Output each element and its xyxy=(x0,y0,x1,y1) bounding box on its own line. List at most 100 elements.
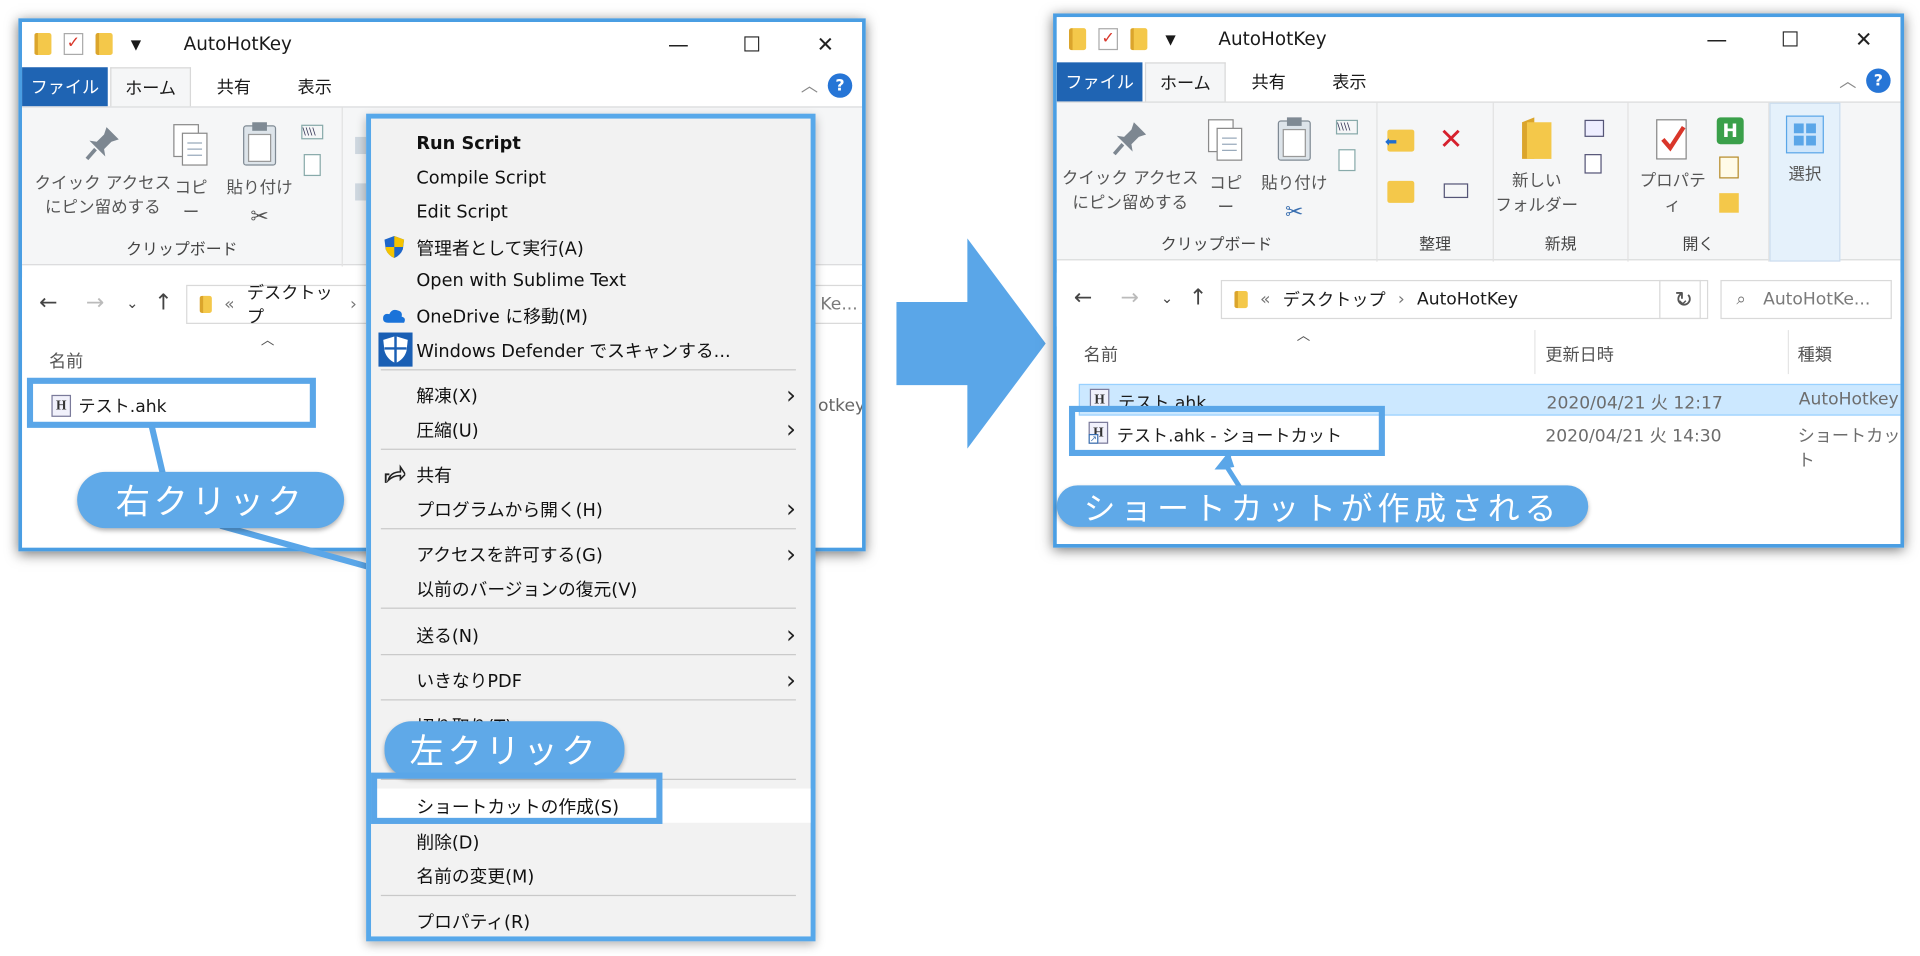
maximize-icon[interactable]: ☐ xyxy=(1753,17,1826,62)
file-type: AutoHotkey xyxy=(1798,389,1899,410)
path-segment-autohotkey[interactable]: AutoHotKey xyxy=(1417,290,1518,310)
organize-group: ⬅ ✕ 整理 xyxy=(1378,102,1494,262)
menu-separator xyxy=(380,699,796,701)
properties-check-icon xyxy=(1656,119,1687,160)
menu-label: Compile Script xyxy=(416,168,547,189)
close-icon[interactable]: ✕ xyxy=(1827,17,1900,62)
sort-indicator-icon: ︿ xyxy=(1296,327,1311,344)
menu-item-edit-script[interactable]: Edit Script xyxy=(371,196,811,230)
properties-button[interactable]: プロパティ xyxy=(1633,115,1711,218)
properties-check-icon[interactable]: ✓ xyxy=(1098,28,1118,51)
history-icon[interactable] xyxy=(1719,193,1739,213)
menu-separator xyxy=(380,369,796,371)
new-item-icon[interactable] xyxy=(1584,119,1605,137)
refresh-icon: ↻ xyxy=(1674,286,1693,313)
column-divider xyxy=(1787,330,1789,375)
copy-to-icon[interactable] xyxy=(1387,180,1415,203)
new-folder-button[interactable]: 新しい フォルダー xyxy=(1494,115,1580,218)
menu-item-compile-script[interactable]: Compile Script xyxy=(371,161,811,195)
column-header-date[interactable]: 更新日時 xyxy=(1545,342,1614,366)
submenu-arrow-icon: › xyxy=(786,493,796,524)
copy-path-icon[interactable]: \\\\ xyxy=(1335,119,1358,135)
delete-x-icon[interactable]: ✕ xyxy=(1439,122,1464,156)
copy-icon xyxy=(1207,119,1243,161)
column-divider xyxy=(1534,330,1536,375)
ribbon: クイック アクセス にピン留めする コピー 貼り付け ✂ \\\\ クリップボー… xyxy=(1056,101,1901,262)
file-type: ショートカット xyxy=(1797,426,1901,471)
menu-item-onedrive[interactable]: OneDrive に移動(M) xyxy=(371,298,811,332)
left-click-annotation: 左クリック xyxy=(384,721,625,778)
menu-label: 管理者として実行(A) xyxy=(416,238,584,259)
menu-item-rename[interactable]: 名前の変更(M) xyxy=(371,858,811,892)
back-arrow-icon[interactable]: ← xyxy=(1074,285,1092,311)
refresh-button[interactable]: ↻ xyxy=(1659,279,1709,320)
rename-icon[interactable] xyxy=(1443,183,1469,199)
menu-separator xyxy=(380,528,796,530)
copy-label: コピー xyxy=(1209,173,1243,218)
open-ahk-icon[interactable]: H xyxy=(1716,117,1744,145)
pin-label-2: にピン留めする xyxy=(1072,193,1189,214)
highlight-shortcut-row xyxy=(1068,405,1385,456)
submenu-arrow-icon: › xyxy=(786,414,796,444)
right-click-annotation: 右クリック xyxy=(77,471,345,529)
column-header-name[interactable]: 名前 xyxy=(1084,342,1118,366)
tab-file[interactable]: ファイル xyxy=(1056,62,1143,102)
onedrive-cloud-icon xyxy=(381,302,408,329)
menu-item-delete[interactable]: 削除(D) xyxy=(371,824,811,858)
menu-item-compress[interactable]: 圧縮(U) › xyxy=(371,412,811,446)
menu-item-open-with[interactable]: プログラムから開く(H) › xyxy=(371,491,811,525)
highlight-create-shortcut xyxy=(371,772,663,824)
move-to-icon[interactable]: ⬅ xyxy=(1385,129,1415,152)
tab-view[interactable]: 表示 xyxy=(1309,62,1390,101)
minimize-icon[interactable]: — xyxy=(1680,17,1753,62)
cut-scissors-icon[interactable]: ✂ xyxy=(1260,196,1329,229)
help-icon[interactable]: ? xyxy=(1866,68,1891,93)
menu-label: Open with Sublime Text xyxy=(416,271,627,291)
search-input[interactable]: ⌕ AutoHotKe... xyxy=(1720,279,1892,320)
tab-share[interactable]: 共有 xyxy=(1228,62,1309,101)
paste-shortcut-icon[interactable] xyxy=(1338,149,1356,172)
clipboard-group: クイック アクセス にピン留めする コピー 貼り付け ✂ \\\\ クリップボー… xyxy=(1057,102,1378,262)
path-box[interactable]: « デスクトップ › AutoHotKey ⌄ xyxy=(1220,279,1701,320)
up-arrow-icon[interactable]: ↑ xyxy=(1189,285,1207,311)
pin-quick-access-button[interactable]: クイック アクセス にピン留めする xyxy=(1059,120,1201,216)
menu-item-properties[interactable]: プロパティ(R) xyxy=(371,903,811,937)
search-icon: ⌕ xyxy=(1736,289,1746,310)
menu-item-send-to[interactable]: 送る(N) › xyxy=(371,617,811,651)
forward-arrow-icon[interactable]: → xyxy=(1120,285,1138,311)
easy-access-icon[interactable] xyxy=(1584,154,1602,174)
new-group: 新しい フォルダー 新規 xyxy=(1494,102,1629,262)
pin-label-1: クイック アクセス xyxy=(1061,168,1199,189)
select-button[interactable]: 選択 xyxy=(1771,114,1840,188)
pin-icon xyxy=(1112,122,1147,156)
new-folder-label-1: 新しい xyxy=(1511,171,1562,191)
menu-label: プログラムから開く(H) xyxy=(416,500,603,521)
paste-button[interactable]: 貼り付け ✂ xyxy=(1260,115,1329,229)
menu-item-ikinari-pdf[interactable]: いきなりPDF › xyxy=(371,663,811,697)
ribbon-tabs: ファイル ホーム 共有 表示 xyxy=(1056,62,1901,102)
edit-icon[interactable] xyxy=(1719,156,1739,179)
shortcut-created-annotation: ショートカットが作成される xyxy=(1056,485,1589,528)
menu-item-defender-scan[interactable]: Windows Defender でスキャンする... xyxy=(371,332,811,367)
open-group: プロパティ H 開く xyxy=(1629,102,1770,262)
menu-label: 解凍(X) xyxy=(416,386,478,407)
menu-item-share[interactable]: 共有 xyxy=(371,457,811,491)
submenu-arrow-icon: › xyxy=(786,665,796,695)
chevron-down-icon[interactable]: ▼ xyxy=(1160,26,1182,53)
path-segment-desktop[interactable]: デスクトップ xyxy=(1283,287,1386,311)
recent-chevron-icon[interactable]: ⌄ xyxy=(1161,290,1173,307)
menu-item-restore-versions[interactable]: 以前のバージョンの復元(V) xyxy=(371,571,811,605)
column-header-type[interactable]: 種類 xyxy=(1798,342,1832,366)
menu-item-open-sublime[interactable]: Open with Sublime Text xyxy=(371,264,811,298)
submenu-arrow-icon: › xyxy=(786,380,796,410)
copy-button[interactable]: コピー xyxy=(1201,117,1250,220)
menu-item-run-as-admin[interactable]: 管理者として実行(A) xyxy=(371,230,811,264)
tab-home[interactable]: ホーム xyxy=(1144,62,1226,102)
menu-label: 以前のバージョンの復元(V) xyxy=(416,580,638,600)
menu-item-grant-access[interactable]: アクセスを許可する(G) › xyxy=(371,537,811,571)
file-date: 2020/04/21 火 12:17 xyxy=(1546,393,1723,414)
collapse-ribbon-icon[interactable]: ︿ xyxy=(1839,68,1856,92)
menu-item-run-script[interactable]: Run Script xyxy=(371,127,811,161)
new-folder-icon[interactable] xyxy=(1130,28,1148,51)
menu-item-extract[interactable]: 解凍(X) › xyxy=(371,378,811,412)
